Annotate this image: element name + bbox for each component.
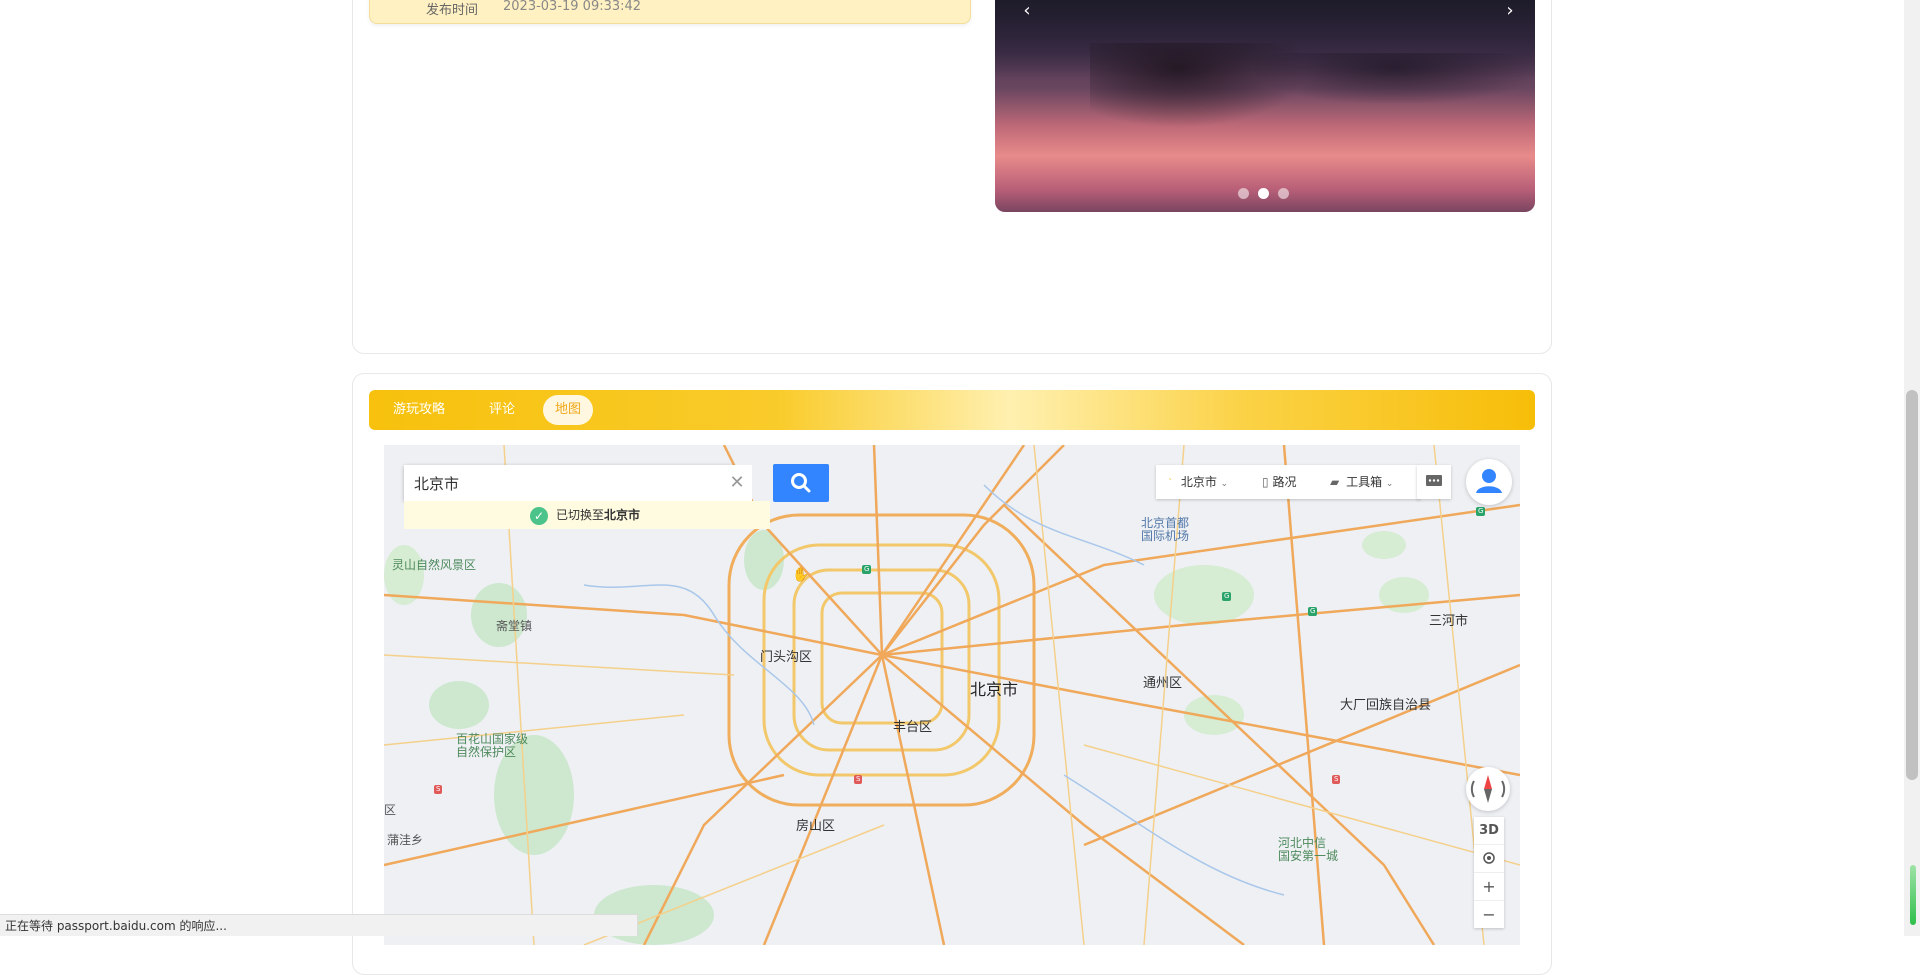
publish-time-value: 2023-03-19 09:33:42 <box>503 0 642 14</box>
label-mentougou: 门头沟区 <box>760 650 813 665</box>
map-control-bar: ˋ 北京市 ⌄ ▯ 路况 ▰ 工具箱 ⌄ <box>1156 465 1420 499</box>
compass-icon <box>1470 775 1506 803</box>
traffic-light-icon: ▯ <box>1262 475 1269 489</box>
clear-icon[interactable]: ✕ <box>722 465 752 501</box>
tab-bar: 游玩攻略 评论 地图 <box>369 390 1535 430</box>
briefcase-icon: ▰ <box>1330 475 1340 489</box>
highway-shield: S <box>1332 775 1341 784</box>
chevron-down-icon: ⌄ <box>1220 479 1229 489</box>
chevron-down-icon: ⌄ <box>1385 479 1394 489</box>
tab-guide[interactable]: 游玩攻略 <box>381 395 457 425</box>
label-fengtai: 丰台区 <box>893 720 933 735</box>
3d-button[interactable]: 3D <box>1474 817 1504 845</box>
carousel-image-reflection-2 <box>1255 53 1535 103</box>
locate-button[interactable] <box>1474 845 1504 873</box>
tab-map[interactable]: 地图 <box>543 395 594 425</box>
label-pudian: 蒲洼乡 <box>387 833 424 847</box>
label-airport: 北京首都 国际机场 <box>1141 516 1190 543</box>
city-selector[interactable]: ˋ 北京市 ⌄ <box>1168 465 1228 499</box>
label-dachang: 大厂回族自治县 <box>1340 698 1432 713</box>
check-icon: ✓ <box>530 507 548 525</box>
label-baihuashan: 百花山国家级 自然保护区 <box>456 732 529 759</box>
baidu-map[interactable]: 灵山自然风景区 斋堂镇 门头沟区 北京市 丰台区 通州区 房山区 三河市 大厂回… <box>384 445 1520 945</box>
label-lingshan: 灵山自然风景区 <box>392 558 477 572</box>
highway-shield: G <box>862 565 872 574</box>
label-sanhe: 三河市 <box>1429 614 1469 629</box>
highway-shield: G <box>1476 507 1486 516</box>
user-icon <box>1476 469 1502 493</box>
carousel-next-button[interactable]: › <box>1500 0 1520 21</box>
label-beijing: 北京市 <box>970 680 1019 699</box>
compass-button[interactable] <box>1466 767 1510 811</box>
highway-shield: S <box>434 785 443 794</box>
label-district-left: 区 <box>384 803 397 817</box>
highway-shield: G <box>1308 607 1318 616</box>
label-tongzhou: 通州区 <box>1143 676 1183 691</box>
city-icon: ˋ <box>1168 478 1173 489</box>
highway-shield: G <box>1222 592 1232 601</box>
switch-tip-text: 已切换至北京市 <box>556 508 641 522</box>
publish-time-label: 发布时间 <box>426 3 479 18</box>
label-hebei: 河北中信 国安第一城 <box>1278 836 1339 863</box>
loading-indicator <box>1910 865 1916 925</box>
label-fangshan: 房山区 <box>796 819 836 834</box>
user-avatar-button[interactable] <box>1466 459 1512 505</box>
message-button[interactable] <box>1417 465 1451 499</box>
carousel-prev-button[interactable]: ‹ <box>1017 0 1037 21</box>
browser-status-bar: 正在等待 passport.baidu.com 的响应... <box>0 914 638 936</box>
locate-icon <box>1483 852 1495 864</box>
zoom-out-button[interactable]: − <box>1474 901 1504 928</box>
map-zoom-controls: 3D + − <box>1474 817 1504 928</box>
zoom-in-button[interactable]: + <box>1474 873 1504 901</box>
search-icon <box>791 473 811 493</box>
toolbox-button[interactable]: ▰ 工具箱 ⌄ <box>1330 465 1393 499</box>
city-switch-tip: ✓ 已切换至北京市 <box>404 501 770 529</box>
carousel-dot[interactable] <box>1278 188 1289 199</box>
map-search-button[interactable] <box>773 464 829 502</box>
label-zhaitang: 斋堂镇 <box>496 619 533 633</box>
scrollbar-thumb[interactable] <box>1906 390 1918 780</box>
image-carousel[interactable]: ‹ › <box>995 0 1535 212</box>
highway-shield: S <box>854 775 863 784</box>
hand-cursor-icon: ✋ <box>792 567 810 583</box>
carousel-indicators <box>1238 188 1289 199</box>
map-search-input[interactable] <box>404 465 734 501</box>
traffic-button[interactable]: ▯ 路况 <box>1262 465 1296 499</box>
publish-info-box: 发布时间 2023-03-19 09:33:42 <box>369 0 971 24</box>
carousel-dot-active[interactable] <box>1258 188 1269 199</box>
map-search-box <box>404 465 734 501</box>
tab-comments[interactable]: 评论 <box>477 395 527 425</box>
message-icon <box>1426 475 1442 486</box>
carousel-dot[interactable] <box>1238 188 1249 199</box>
